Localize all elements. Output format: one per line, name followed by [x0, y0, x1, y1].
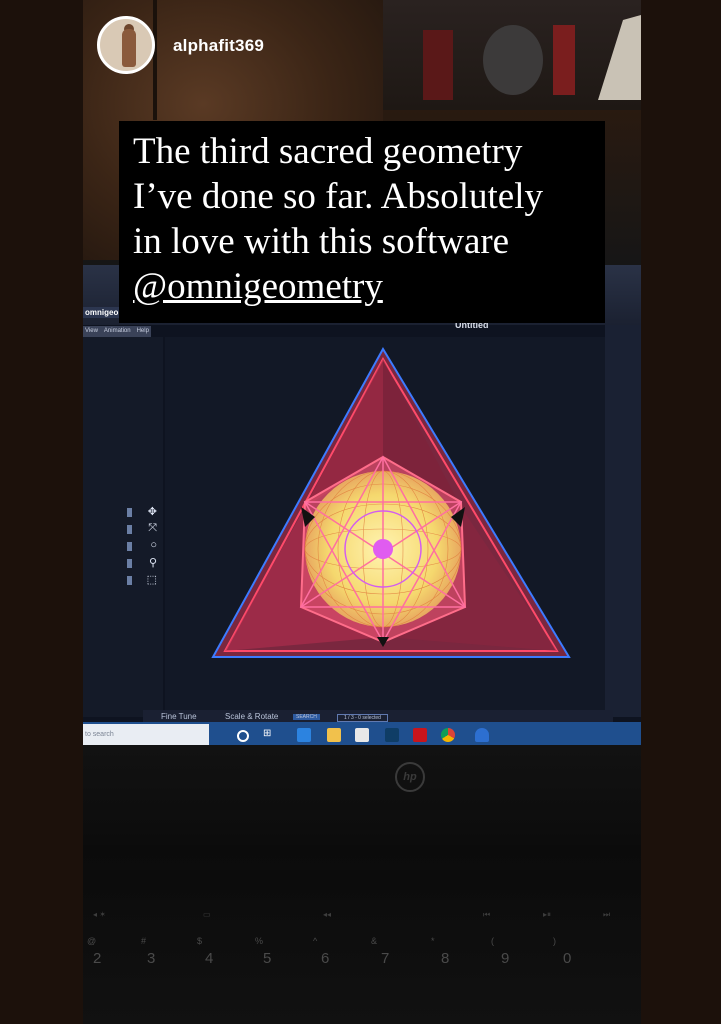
key-digit: 8 — [441, 950, 450, 967]
fkey: ⏮ — [483, 910, 491, 919]
fkey: ▸⏸ — [543, 910, 552, 919]
keyboard: ◂ ✶ ▭ ◂◂ ⏮ ▸⏸ ⏭ @ 2 # 3 $ 4 % 5 ^ 6 & 7 … — [83, 880, 641, 990]
key-digit: 5 — [263, 950, 272, 967]
key-digit: 3 — [147, 950, 156, 967]
story-frame: omnigeo View Animation Help Untitled ✥ ⤧… — [83, 0, 641, 1024]
fkey: ⏭ — [603, 910, 611, 919]
right-panel — [605, 325, 641, 717]
key-shift-symbol: * — [431, 936, 435, 946]
key-shift-symbol: $ — [197, 936, 203, 946]
menu-bar: View Animation Help — [83, 326, 151, 337]
left-margin — [0, 0, 83, 1024]
select-icon[interactable]: ⬚ — [127, 573, 157, 588]
caption-line: The third sacred geometry — [133, 131, 523, 172]
caption-box: The third sacred geometry I’ve done so f… — [119, 121, 605, 323]
caption-line: in love with this software — [133, 221, 510, 262]
scale-icon[interactable]: ⤧ — [127, 522, 157, 537]
monitor-screen: omnigeo View Animation Help Untitled ✥ ⤧… — [83, 265, 641, 755]
key-shift-symbol: ^ — [313, 936, 318, 946]
chrome-icon[interactable] — [441, 728, 455, 742]
selection-count: 1 / 3 - 0 selected — [337, 714, 388, 722]
sacred-geometry-drawing — [211, 347, 571, 658]
key-digit: 4 — [205, 950, 214, 967]
search-field[interactable]: SEARCH — [293, 714, 320, 720]
fkey: ▭ — [203, 910, 211, 919]
key-digit: 0 — [563, 950, 572, 967]
store-icon[interactable] — [355, 728, 369, 742]
key-digit: 7 — [381, 950, 390, 967]
right-margin — [641, 0, 721, 1024]
caption-line: I’ve done so far. Absolutely — [133, 176, 543, 217]
app-title: omnigeo — [83, 307, 121, 318]
taskbar-search[interactable]: to search — [83, 724, 209, 746]
center-point — [373, 539, 393, 559]
username[interactable]: alphafit369 — [173, 36, 264, 56]
key-digit: 6 — [321, 950, 330, 967]
key-shift-symbol: ) — [553, 936, 556, 946]
scale-rotate-tab[interactable]: Scale & Rotate — [225, 712, 278, 721]
key-shift-symbol: # — [141, 936, 147, 946]
file-explorer-icon[interactable] — [327, 728, 341, 742]
key-shift-symbol: ( — [491, 936, 494, 946]
key-digit: 2 — [93, 950, 102, 967]
omni-icon[interactable] — [475, 728, 489, 742]
move-icon[interactable]: ✥ — [127, 505, 157, 520]
app-icon[interactable] — [385, 728, 399, 742]
shelf-items — [423, 15, 641, 100]
zoom-icon[interactable]: ⚲ — [127, 556, 157, 571]
edge-icon[interactable] — [297, 728, 311, 742]
key-shift-symbol: % — [255, 936, 264, 946]
fine-tune-tab[interactable]: Fine Tune — [161, 712, 197, 721]
rotate-icon[interactable]: ○ — [127, 539, 157, 554]
drawing-canvas[interactable] — [165, 337, 605, 717]
avatar[interactable] — [97, 16, 155, 74]
fkey: ◂ ✶ — [93, 910, 106, 919]
laptop-bezel — [83, 745, 641, 845]
key-digit: 9 — [501, 950, 510, 967]
mention-link[interactable]: @omnigeometry — [133, 264, 591, 309]
fkey: ◂◂ — [323, 910, 332, 919]
key-shift-symbol: & — [371, 936, 378, 946]
key-shift-symbol: @ — [87, 936, 97, 946]
tool-palette: ✥ ⤧ ○ ⚲ ⬚ — [127, 505, 159, 605]
door-frame — [153, 0, 157, 120]
task-view-icon[interactable]: ⊞ — [263, 728, 277, 742]
menu-item-help[interactable]: Help — [137, 326, 149, 337]
netflix-icon[interactable] — [413, 728, 427, 742]
menu-item-view[interactable]: View — [85, 326, 98, 337]
menu-item-animation[interactable]: Animation — [104, 326, 131, 337]
hp-logo: hp — [395, 762, 425, 792]
cortana-icon[interactable] — [237, 730, 249, 742]
